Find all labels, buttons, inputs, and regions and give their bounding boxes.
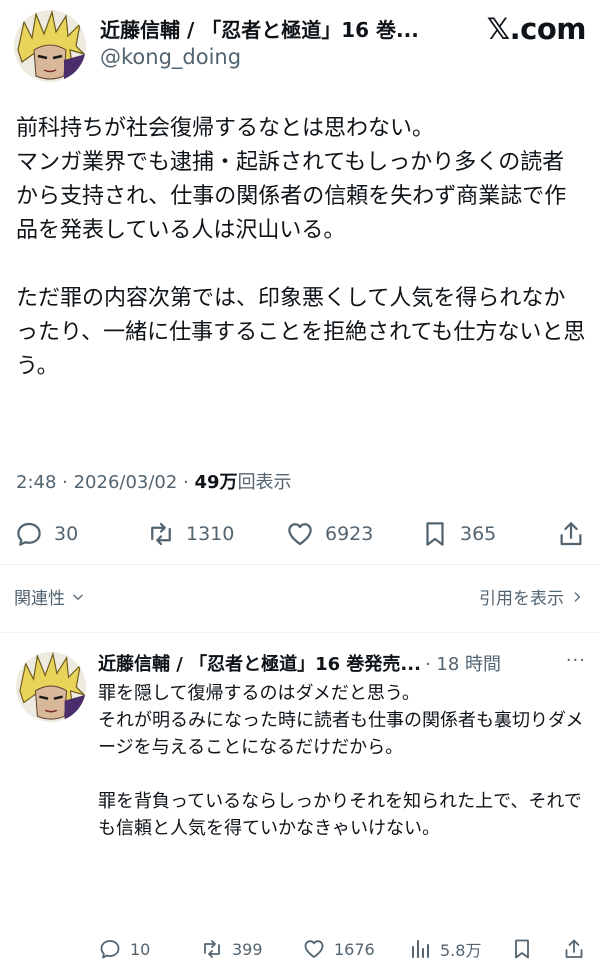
- reply-author-name[interactable]: 近藤信輔 / 「忍者と極道」16 巻発売...: [98, 650, 421, 676]
- analytics-icon: [412, 940, 429, 958]
- share-icon: [565, 939, 583, 958]
- reply-views-count: 5.8万: [440, 941, 482, 960]
- bookmark-icon: [426, 522, 444, 546]
- reply-sort-row: 関連性 引用を表示: [0, 580, 600, 614]
- tweet-text: 前科持ちが社会復帰するなとは思わない。 マンガ業界でも逮捕・起訴されてもしっかり…: [16, 116, 586, 379]
- share-icon: [560, 522, 582, 546]
- retweet-button[interactable]: 1310: [146, 514, 234, 554]
- author-name[interactable]: 近藤信輔 / 「忍者と極道」16 巻...: [100, 14, 430, 43]
- sort-dropdown[interactable]: 関連性: [14, 584, 85, 609]
- author-handle[interactable]: @kong_doing: [100, 45, 241, 69]
- heart-icon: [304, 940, 324, 958]
- view-quotes-label: 引用を表示: [479, 589, 564, 609]
- chevron-down-icon: [73, 594, 83, 600]
- sort-label: 関連性: [14, 589, 65, 609]
- bookmark-button[interactable]: 365: [420, 514, 496, 554]
- tweet-header: 近藤信輔 / 「忍者と極道」16 巻... @kong_doing 𝕏.com: [0, 0, 600, 90]
- bookmark-count: 365: [460, 523, 497, 545]
- reply-like-button[interactable]: 1676: [302, 934, 375, 964]
- tweet-meta: 2:48 · 2026/03/02 · 49万回表示: [16, 468, 292, 494]
- like-button[interactable]: 6923: [285, 514, 373, 554]
- like-count: 6923: [325, 523, 374, 545]
- reply-action-bar: 10 399 1676 5.8万: [0, 934, 600, 964]
- divider: [0, 564, 600, 565]
- reply-bookmark-button[interactable]: [510, 934, 534, 964]
- heart-icon: [288, 523, 312, 546]
- reply-avatar[interactable]: [16, 652, 86, 722]
- reply-button[interactable]: 30: [14, 514, 78, 554]
- reply-count: 30: [54, 523, 79, 545]
- reply-tweet[interactable]: 近藤信輔 / 「忍者と極道」16 巻発売... · 18 時間 ··· 罪を隠し…: [0, 634, 600, 978]
- more-options-icon[interactable]: ···: [566, 650, 586, 671]
- tweet-action-bar: 30 1310 6923 365: [0, 514, 600, 554]
- reply-share-button[interactable]: [562, 934, 586, 964]
- avatar[interactable]: [14, 10, 86, 82]
- reply-reply-count: 10: [130, 939, 151, 959]
- view-quotes-link[interactable]: 引用を表示: [479, 584, 584, 609]
- reply-retweet-count: 399: [232, 939, 263, 959]
- timestamp[interactable]: 2:48 · 2026/03/02 ·: [16, 472, 195, 493]
- reply-icon: [100, 940, 120, 959]
- views-count: 49万: [194, 472, 238, 493]
- avatar-illustration: [16, 652, 86, 722]
- divider: [0, 632, 600, 633]
- chevron-right-icon: [574, 591, 580, 602]
- bookmark-icon: [515, 939, 529, 959]
- reply-views-button[interactable]: 5.8万: [408, 934, 481, 964]
- reply-reply-button[interactable]: 10: [98, 934, 150, 964]
- reply-retweet-button[interactable]: 399: [200, 934, 263, 964]
- share-button[interactable]: [556, 514, 586, 554]
- reply-timestamp[interactable]: · 18 時間: [425, 650, 501, 676]
- reply-like-count: 1676: [334, 939, 375, 959]
- retweet-icon: [151, 522, 171, 546]
- retweet-count: 1310: [186, 523, 235, 545]
- avatar-illustration: [14, 10, 86, 82]
- retweet-icon: [204, 940, 220, 958]
- x-logo[interactable]: 𝕏.com: [487, 12, 587, 46]
- reply-header: 近藤信輔 / 「忍者と極道」16 巻発売... · 18 時間 ···: [98, 650, 594, 676]
- reply-text: 罪を隠して復帰するのはダメだと思う。 それが明るみになった時に読者も仕事の関係者…: [98, 683, 584, 839]
- views-label: 回表示: [237, 472, 292, 493]
- reply-icon: [17, 522, 41, 546]
